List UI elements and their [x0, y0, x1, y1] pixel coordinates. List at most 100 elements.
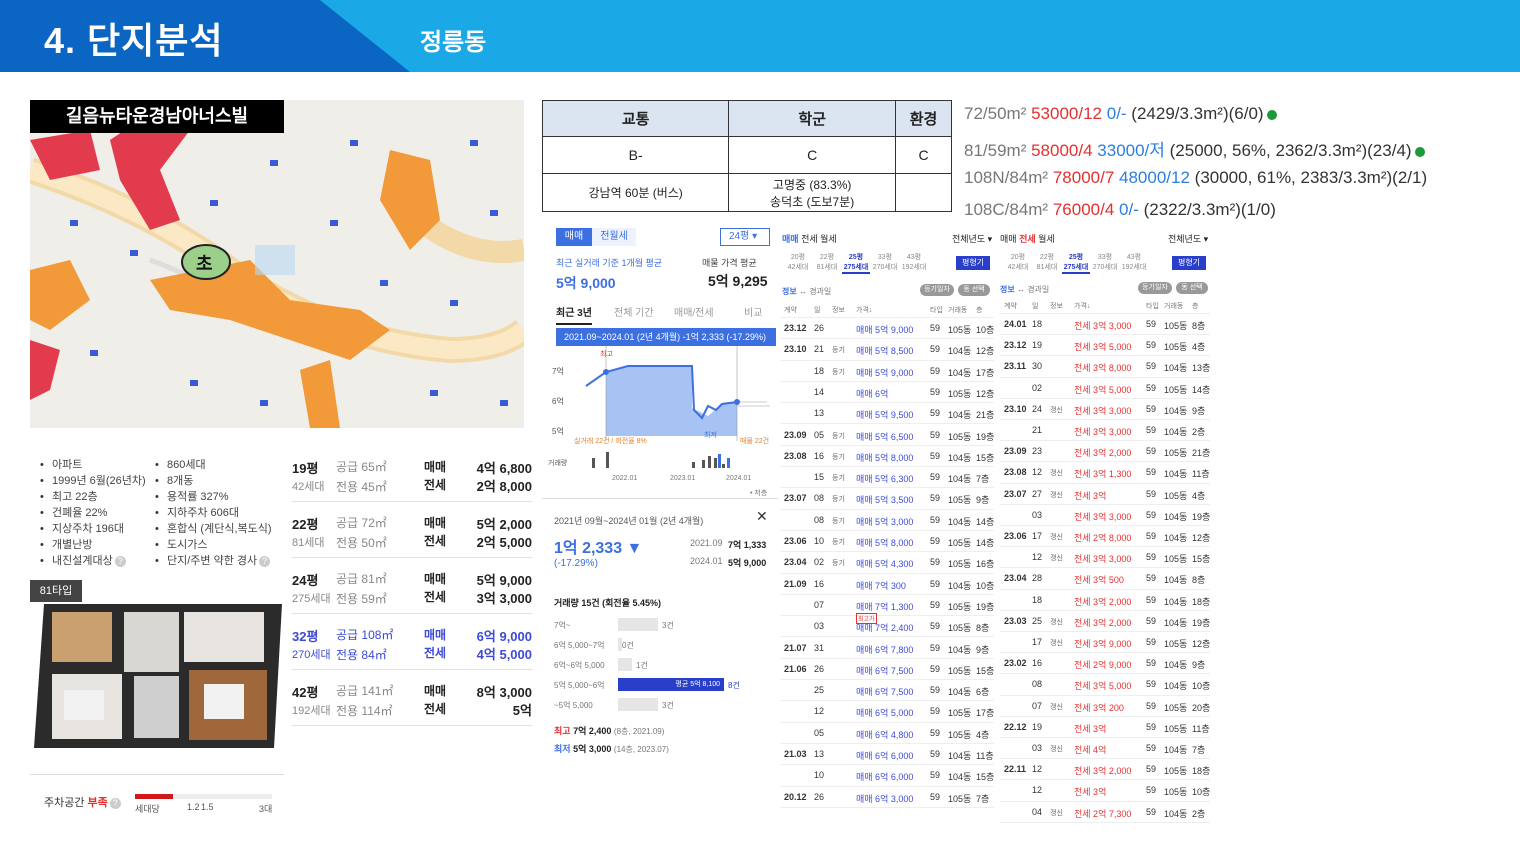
- table-row[interactable]: 12 매매 6억 5,000 59 105동 17층: [780, 701, 994, 723]
- size-option[interactable]: 25평 275세대: [1062, 252, 1090, 274]
- table-row[interactable]: 02 전세 3억 5,000 59 105동 14층: [1000, 378, 1210, 399]
- table-row[interactable]: 15 등기 매매 5억 6,300 59 104동 7층: [780, 467, 994, 489]
- size-option[interactable]: 33평 270세대: [1091, 252, 1119, 272]
- pyeong-row[interactable]: 22평 81세대 공급 72㎡ 전용 50㎡ 매매 전세 5억 2,000 2억 5,000: [292, 508, 532, 558]
- table-row[interactable]: 07 매매 7억 1,300 59 105동 19층: [780, 595, 994, 617]
- chip-date[interactable]: 등기일자: [920, 284, 954, 296]
- table-row[interactable]: 07 갱신 전세 3억 200 59 105동 20층: [1000, 696, 1210, 717]
- table-row[interactable]: 23.12 26 매매 5억 9,000 59 105동 10층: [780, 318, 994, 340]
- table-row[interactable]: 21.03 13 매매 6억 6,000 59 104동 11층: [780, 744, 994, 766]
- volume-bar: [618, 658, 632, 671]
- table-row[interactable]: 23.08 16 등기 매매 5억 8,000 59 104동 15층: [780, 446, 994, 468]
- chip-date[interactable]: 등기일자: [1138, 282, 1172, 294]
- exclusive-area: 전용 50㎡: [336, 536, 387, 550]
- pyeong-select[interactable]: 24평 ▾: [720, 228, 770, 246]
- tab-jeonse[interactable]: 전세: [1019, 234, 1036, 244]
- table-row[interactable]: 23.02 16 전세 2억 9,000 59 104동 9층: [1000, 653, 1210, 675]
- table-row[interactable]: 18 등기 매매 5억 9,000 59 104동 17층: [780, 361, 994, 382]
- table-row[interactable]: 24.01 18 전세 3억 3,000 59 105동 8층: [1000, 314, 1210, 336]
- size-option[interactable]: 43평 192세대: [900, 252, 928, 272]
- table-row[interactable]: 03 갱신 전세 4억 59 104동 7층: [1000, 738, 1210, 760]
- size-option[interactable]: 33평 270세대: [871, 252, 899, 272]
- pyeong-button[interactable]: 평형기: [956, 256, 990, 270]
- trade-price: 매매 5억 8,500: [856, 346, 914, 357]
- ptab[interactable]: 비교: [744, 304, 762, 319]
- table-row[interactable]: 08 등기 매매 5억 3,000 59 104동 14층: [780, 510, 994, 531]
- school-marker[interactable]: 초: [196, 250, 213, 276]
- table-row[interactable]: 12 전세 3억 59 105동 10층: [1000, 780, 1210, 802]
- tab-sale[interactable]: 매매: [556, 228, 592, 246]
- table-row[interactable]: 23.07 27 갱신 전세 3억 59 105동 4층: [1000, 484, 1210, 505]
- table-row[interactable]: 23.04 02 등기 매매 5억 4,300 59 105동 16층: [780, 552, 994, 574]
- tab-monthly[interactable]: 월세: [1038, 234, 1055, 244]
- chip-dong[interactable]: 동 선택: [1176, 282, 1208, 294]
- help-icon[interactable]: ?: [114, 555, 126, 567]
- table-row[interactable]: 14 매매 6억 59 105동 12층: [780, 382, 994, 404]
- year-filter[interactable]: 전체년도 ▾: [1168, 232, 1208, 245]
- info-toggle[interactable]: 정보 ↔ 경과일: [782, 286, 831, 297]
- table-row[interactable]: 05 매매 6억 4,800 59 105동 4층: [780, 723, 994, 744]
- table-row[interactable]: 23.04 28 전세 3억 500 59 104동 8층: [1000, 568, 1210, 590]
- table-row[interactable]: 21.06 26 매매 6억 7,500 59 105동 15층: [780, 659, 994, 681]
- table-row[interactable]: 23.10 21 등기 매매 5억 8,500 59 104동 12층: [780, 339, 994, 361]
- tab-jeonse[interactable]: 전세: [801, 234, 818, 244]
- size-option[interactable]: 22평 81세대: [1033, 252, 1061, 272]
- pyeong-row[interactable]: 19평 42세대 공급 65㎡ 전용 45㎡ 매매 전세 4억 6,800 2억 8,000: [292, 452, 532, 502]
- size-option[interactable]: 20평 42세대: [1004, 252, 1032, 272]
- trade-price: 매매 5억 4,300: [856, 559, 914, 570]
- size-option[interactable]: 43평 192세대: [1120, 252, 1148, 272]
- ptab[interactable]: 최근 3년: [556, 304, 592, 325]
- table-row[interactable]: 17 갱신 전세 3억 9,000 59 105동 12층: [1000, 632, 1210, 654]
- table-row[interactable]: 23.03 25 갱신 전세 3억 2,000 59 104동 19층: [1000, 611, 1210, 632]
- table-row[interactable]: 23.08 12 갱신 전세 3억 1,300 59 104동 11층: [1000, 462, 1210, 484]
- table-row[interactable]: 20.12 26 매매 6억 3,000 59 105동 7층: [780, 787, 994, 808]
- table-row[interactable]: 21.09 16 매매 7억 300 59 104동 10층: [780, 574, 994, 595]
- pyeong-row[interactable]: 32평 270세대 공급 108㎡ 전용 84㎡ 매매 전세 6억 9,000 4억 5,00…: [292, 620, 532, 670]
- table-row[interactable]: 04 갱신 전세 2억 7,300 59 104동 2층: [1000, 802, 1210, 823]
- pyeong-row[interactable]: 42평 192세대 공급 141㎡ 전용 114㎡ 매매 전세 8억 3,000 5억: [292, 676, 532, 726]
- table-row[interactable]: 21.07 31 매매 6억 7,800 59 104동 9층: [780, 638, 994, 659]
- table-row[interactable]: 23.07 08 등기 매매 5억 3,500 59 105동 9층: [780, 488, 994, 510]
- chip-dong[interactable]: 동 선택: [958, 284, 990, 296]
- table-row[interactable]: 23.06 17 갱신 전세 2억 8,000 59 104동 12층: [1000, 526, 1210, 548]
- table-row[interactable]: 13 매매 5억 9,500 59 104동 21층: [780, 403, 994, 425]
- pyeong-row[interactable]: 24평 275세대 공급 81㎡ 전용 59㎡ 매매 전세 5억 9,000 3억 3,000: [292, 564, 532, 614]
- column-header: 층: [1192, 303, 1199, 310]
- size-option[interactable]: 20평 42세대: [784, 252, 812, 272]
- table-row[interactable]: 18 전세 3억 2,000 59 104동 18층: [1000, 590, 1210, 611]
- table-row[interactable]: 23.06 10 등기 매매 5억 8,000 59 105동 14층: [780, 531, 994, 553]
- volume-count: 8건: [728, 681, 740, 690]
- year-filter[interactable]: 전체년도 ▾: [952, 232, 992, 245]
- table-row[interactable]: 23.11 30 전세 3억 8,000 59 104동 13층: [1000, 356, 1210, 378]
- table-row[interactable]: 23.09 05 등기 매매 5억 6,500 59 105동 19층: [780, 425, 994, 446]
- info-toggle[interactable]: 정보 ↔ 경과일: [1000, 284, 1049, 295]
- jeonse-kind: 전세: [424, 534, 447, 548]
- tab-sale[interactable]: 매매: [1000, 234, 1017, 244]
- ptab[interactable]: 매매/전세: [674, 304, 714, 319]
- tab-rent[interactable]: 전월세: [592, 228, 636, 246]
- table-row[interactable]: 03 매매 7억 2,400 59 105동 8층 최고가: [780, 613, 994, 638]
- table-row[interactable]: 23.12 19 전세 3억 5,000 59 105동 4층: [1000, 335, 1210, 357]
- help-icon[interactable]: ?: [259, 555, 271, 567]
- tab-monthly[interactable]: 월세: [820, 234, 837, 244]
- table-row[interactable]: 23.10 24 갱신 전세 3억 3,000 59 104동 9층: [1000, 399, 1210, 420]
- building: 104동: [1164, 427, 1188, 437]
- pyeong-button[interactable]: 평형기: [1172, 256, 1206, 270]
- table-row[interactable]: 21 전세 3억 3,000 59 104동 2층: [1000, 420, 1210, 442]
- trade-price: 매매 6억 3,000: [856, 793, 914, 804]
- table-row[interactable]: 08 전세 3억 5,000 59 104동 10층: [1000, 674, 1210, 696]
- table-row[interactable]: 22.12 19 전세 3억 59 105동 11층: [1000, 717, 1210, 738]
- close-icon[interactable]: ✕: [756, 508, 768, 525]
- table-row[interactable]: 22.11 12 전세 3억 2,000 59 105동 18층: [1000, 759, 1210, 781]
- help-icon[interactable]: ?: [109, 797, 121, 809]
- size-option[interactable]: 22평 81세대: [813, 252, 841, 272]
- complex-map[interactable]: 초: [30, 100, 524, 428]
- size-option[interactable]: 25평 275세대: [842, 252, 870, 274]
- table-row[interactable]: 10 매매 6억 6,000 59 104동 15층: [780, 765, 994, 787]
- ptab[interactable]: 전체 기간: [614, 304, 654, 319]
- table-row[interactable]: 12 갱신 전세 3억 3,000 59 105동 15층: [1000, 547, 1210, 569]
- table-row[interactable]: 25 매매 6억 7,500 59 104동 6층: [780, 680, 994, 702]
- table-row[interactable]: 03 전세 3억 3,000 59 104동 19층: [1000, 505, 1210, 526]
- table-row[interactable]: 23.09 23 전세 3억 2,000 59 105동 21층: [1000, 441, 1210, 463]
- tab-sale[interactable]: 매매: [782, 234, 799, 244]
